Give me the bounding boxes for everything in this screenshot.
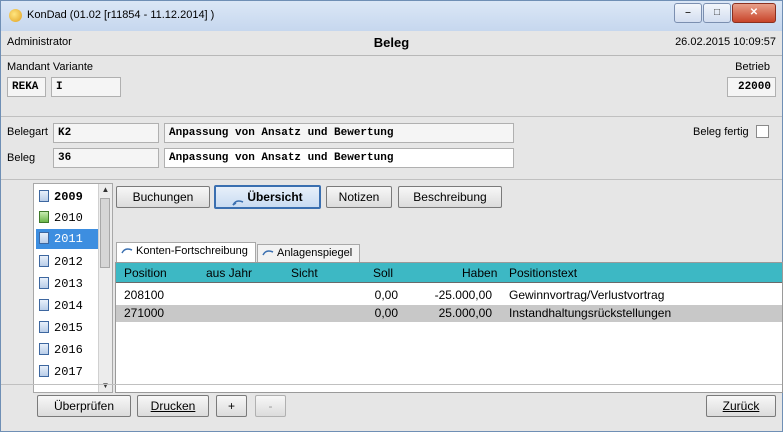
- year-item-2012[interactable]: 2012: [36, 252, 98, 272]
- plus-button[interactable]: +: [216, 395, 247, 417]
- refresh-icon: [121, 246, 133, 254]
- minus-button[interactable]: -: [255, 395, 286, 417]
- year-label: 2016: [54, 343, 83, 357]
- window-title: KonDad (01.02 [r11854 - 11.12.2014] ): [27, 9, 215, 21]
- refresh-icon: [232, 193, 244, 206]
- cell-position: 271000: [124, 306, 165, 320]
- year-label: 2017: [54, 365, 83, 379]
- document-icon: [39, 190, 49, 202]
- tab-uebersicht[interactable]: Übersicht: [214, 185, 321, 209]
- subtab-label: Anlagenspiegel: [277, 247, 353, 259]
- beleg-label: Beleg: [7, 152, 36, 164]
- document-check-icon: [39, 211, 49, 223]
- beleg-fertig-checkbox[interactable]: [756, 125, 769, 138]
- datetime-display: 26.02.2015 10:09:57: [675, 36, 776, 48]
- year-list: 2009 2010 2011 2012 2013 2014 2015 2016 …: [33, 183, 113, 393]
- cell-soll: 0,00: [374, 288, 398, 302]
- window-controls: ⎯ □ ✕: [673, 3, 776, 23]
- title-bar: KonDad (01.02 [r11854 - 11.12.2014] ) ⎯ …: [1, 1, 782, 31]
- cell-haben: 25.000,00: [438, 306, 492, 320]
- year-item-2016[interactable]: 2016: [36, 340, 98, 360]
- year-item-2013[interactable]: 2013: [36, 274, 98, 294]
- column-header-aus-jahr[interactable]: aus Jahr: [206, 266, 252, 280]
- year-item-2017[interactable]: 2017: [36, 362, 98, 382]
- year-item-2011[interactable]: 2011: [36, 229, 98, 249]
- document-icon: [39, 232, 49, 244]
- tab-uebersicht-label: Übersicht: [247, 190, 303, 204]
- mandant-field[interactable]: REKA: [7, 77, 46, 97]
- page-header: Administrator Beleg 26.02.2015 10:09:57: [1, 31, 782, 56]
- belegart-label: Belegart: [7, 126, 48, 138]
- column-header-positionstext[interactable]: Positionstext: [509, 266, 577, 280]
- tab-notizen[interactable]: Notizen: [326, 186, 392, 208]
- year-item-2014[interactable]: 2014: [36, 296, 98, 316]
- subtab-label: Konten-Fortschreibung: [136, 245, 248, 257]
- year-item-2009[interactable]: 2009: [36, 187, 98, 207]
- main-content: Administrator Beleg 26.02.2015 10:09:57 …: [1, 31, 783, 431]
- refresh-icon: [262, 248, 274, 256]
- column-header-haben[interactable]: Haben: [462, 266, 497, 280]
- year-label: 2012: [54, 255, 83, 269]
- document-icon: [39, 343, 49, 355]
- document-icon: [39, 365, 49, 377]
- betrieb-field[interactable]: 22000: [727, 77, 776, 97]
- year-label: 2015: [54, 321, 83, 335]
- belegart-code-field[interactable]: K2: [53, 123, 159, 143]
- year-label: 2009: [54, 190, 83, 204]
- year-label: 2010: [54, 211, 83, 225]
- beleg-number-field[interactable]: 36: [53, 148, 159, 168]
- divider: [1, 116, 782, 117]
- table-row[interactable]: 208100 0,00 -25.000,00 Gewinnvortrag/Ver…: [116, 287, 782, 304]
- cell-soll: 0,00: [374, 306, 398, 320]
- cell-positionstext: Instandhaltungsrückstellungen: [509, 306, 672, 320]
- document-icon: [39, 255, 49, 267]
- tab-beschreibung[interactable]: Beschreibung: [398, 186, 502, 208]
- zurueck-button[interactable]: Zurück: [706, 395, 776, 417]
- cell-haben: -25.000,00: [434, 288, 492, 302]
- ueberpruefen-button[interactable]: Überprüfen: [37, 395, 131, 417]
- mandant-variante-label: Mandant Variante: [7, 61, 94, 73]
- tab-buchungen[interactable]: Buchungen: [116, 186, 210, 208]
- cell-position: 208100: [124, 288, 165, 302]
- belegart-text-field: Anpassung von Ansatz und Bewertung: [164, 123, 514, 143]
- footer-divider: [1, 384, 782, 385]
- beleg-fertig-label: Beleg fertig: [693, 126, 749, 138]
- column-header-sicht[interactable]: Sicht: [291, 266, 318, 280]
- table-row[interactable]: 271000 0,00 25.000,00 Instandhaltungsrüc…: [116, 305, 782, 322]
- maximize-button[interactable]: □: [703, 3, 731, 23]
- beleg-text-field[interactable]: Anpassung von Ansatz und Bewertung: [164, 148, 514, 168]
- document-icon: [39, 277, 49, 289]
- document-icon: [39, 321, 49, 333]
- cell-positionstext: Gewinnvortrag/Verlustvortrag: [509, 288, 665, 302]
- divider: [1, 179, 782, 180]
- year-label: 2014: [54, 299, 83, 313]
- scrollbar-thumb[interactable]: [100, 198, 110, 268]
- table-header: Position aus Jahr Sicht Soll Haben Posit…: [116, 263, 782, 283]
- app-logo-icon: [9, 9, 22, 22]
- year-item-2015[interactable]: 2015: [36, 318, 98, 338]
- minimize-button[interactable]: ⎯: [674, 3, 702, 23]
- page-title: Beleg: [373, 35, 410, 50]
- year-list-scrollbar[interactable]: ▲ ▼: [98, 184, 112, 392]
- subtab-konten-fortschreibung[interactable]: Konten-Fortschreibung: [116, 242, 256, 262]
- app-window: KonDad (01.02 [r11854 - 11.12.2014] ) ⎯ …: [0, 0, 783, 432]
- close-button[interactable]: ✕: [732, 3, 776, 23]
- column-header-position[interactable]: Position: [124, 266, 167, 280]
- column-header-soll[interactable]: Soll: [373, 266, 393, 280]
- year-label: 2011: [54, 232, 83, 246]
- scroll-down-icon[interactable]: ▼: [99, 380, 112, 392]
- variante-field[interactable]: I: [51, 77, 121, 97]
- year-label: 2013: [54, 277, 83, 291]
- document-icon: [39, 299, 49, 311]
- drucken-button[interactable]: Drucken: [137, 395, 209, 417]
- positions-table: Position aus Jahr Sicht Soll Haben Posit…: [115, 262, 783, 393]
- betrieb-label: Betrieb: [735, 61, 770, 73]
- scroll-up-icon[interactable]: ▲: [99, 184, 112, 196]
- year-item-2010[interactable]: 2010: [36, 208, 98, 228]
- subtab-anlagenspiegel[interactable]: Anlagenspiegel: [257, 244, 360, 262]
